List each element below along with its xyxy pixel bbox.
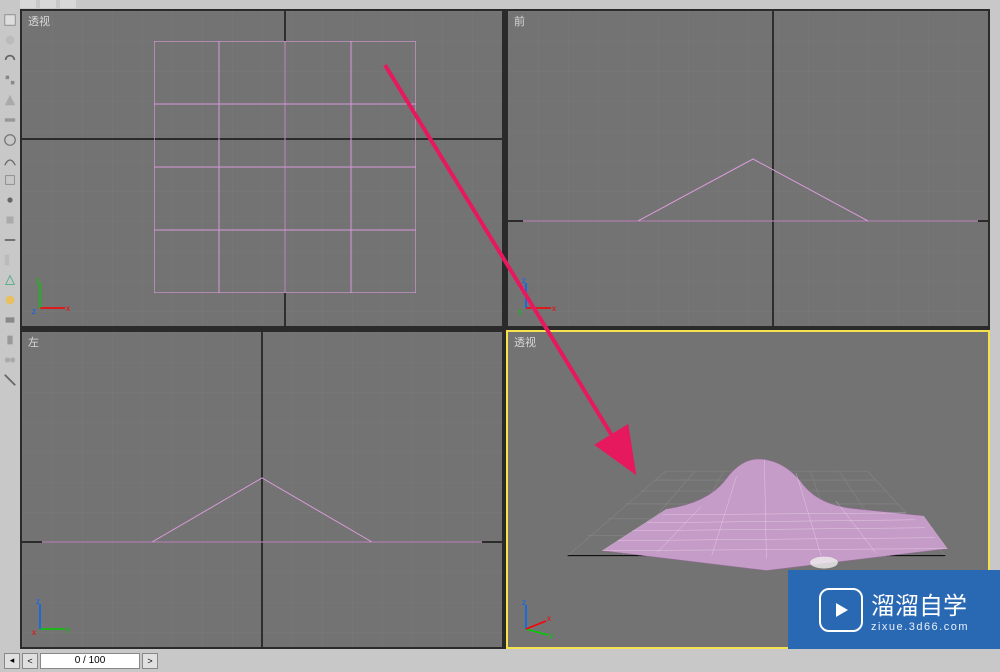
viewport-left[interactable]: 左 y z x	[20, 330, 504, 649]
svg-text:z: z	[522, 278, 526, 285]
tool-icon[interactable]	[3, 113, 17, 127]
tool-icon[interactable]	[3, 293, 17, 307]
tool-icon[interactable]	[3, 213, 17, 227]
move-tool-icon[interactable]	[3, 33, 17, 47]
select-tool-icon[interactable]	[3, 13, 17, 27]
svg-text:z: z	[522, 599, 526, 607]
frame-counter[interactable]: 0 / 100	[40, 653, 140, 669]
left-toolbar	[0, 9, 20, 649]
timeline-next-button[interactable]: >	[142, 653, 158, 669]
svg-text:y: y	[549, 631, 553, 639]
svg-text:z: z	[32, 307, 36, 316]
tool-icon[interactable]	[3, 333, 17, 347]
watermark-domain: zixue.3d66.com	[871, 621, 969, 633]
scale-tool-icon[interactable]	[3, 73, 17, 87]
tool-icon[interactable]	[3, 313, 17, 327]
plane-wireframe-front	[508, 11, 988, 326]
svg-text:y: y	[518, 307, 522, 316]
right-panel-edge	[990, 9, 1000, 649]
watermark-brand: 溜溜自学	[871, 586, 969, 621]
tool-icon[interactable]	[3, 173, 17, 187]
axis-gizmo: x y z	[30, 278, 70, 318]
top-toolbar	[0, 0, 1000, 9]
toolbar-icon[interactable]	[60, 0, 76, 8]
viewport-front[interactable]: 前 x z y	[506, 9, 990, 328]
tool-icon[interactable]	[3, 273, 17, 287]
svg-text:x: x	[32, 628, 36, 637]
axis-gizmo: x z y	[516, 278, 556, 318]
tool-icon[interactable]	[3, 93, 17, 107]
rotate-tool-icon[interactable]	[3, 53, 17, 67]
toolbar-icon[interactable]	[40, 0, 56, 8]
tool-icon[interactable]	[3, 253, 17, 267]
svg-text:x: x	[66, 304, 70, 313]
tool-icon[interactable]	[3, 153, 17, 167]
plane-wireframe	[154, 41, 416, 293]
viewport-label: 透视	[514, 334, 536, 350]
tool-icon[interactable]	[3, 353, 17, 367]
play-icon	[819, 588, 863, 632]
svg-text:y: y	[66, 625, 70, 634]
tool-icon[interactable]	[3, 193, 17, 207]
axis-gizmo: y z x	[516, 599, 556, 639]
timeline-bar: ◂ < 0 / 100 >	[0, 649, 1000, 672]
plane-wireframe-left	[22, 332, 502, 647]
svg-text:z: z	[36, 599, 40, 606]
svg-text:x: x	[547, 614, 551, 623]
svg-text:y: y	[36, 278, 40, 285]
watermark-badge: 溜溜自学 zixue.3d66.com	[788, 570, 1000, 649]
toolbar-icon[interactable]	[20, 0, 36, 8]
tool-icon[interactable]	[3, 233, 17, 247]
viewport-top[interactable]: 透视 x y z	[20, 9, 504, 328]
viewport-label: 透视	[28, 13, 50, 29]
tool-icon[interactable]	[3, 133, 17, 147]
timeline-prev-button[interactable]: ◂	[4, 653, 20, 669]
viewport-container: 透视 x y z	[20, 9, 990, 649]
viewport-label: 左	[28, 334, 39, 350]
timeline-prev-button[interactable]: <	[22, 653, 38, 669]
svg-text:x: x	[552, 304, 556, 313]
tool-icon[interactable]	[3, 373, 17, 387]
axis-gizmo: y z x	[30, 599, 70, 639]
viewport-label: 前	[514, 13, 525, 29]
